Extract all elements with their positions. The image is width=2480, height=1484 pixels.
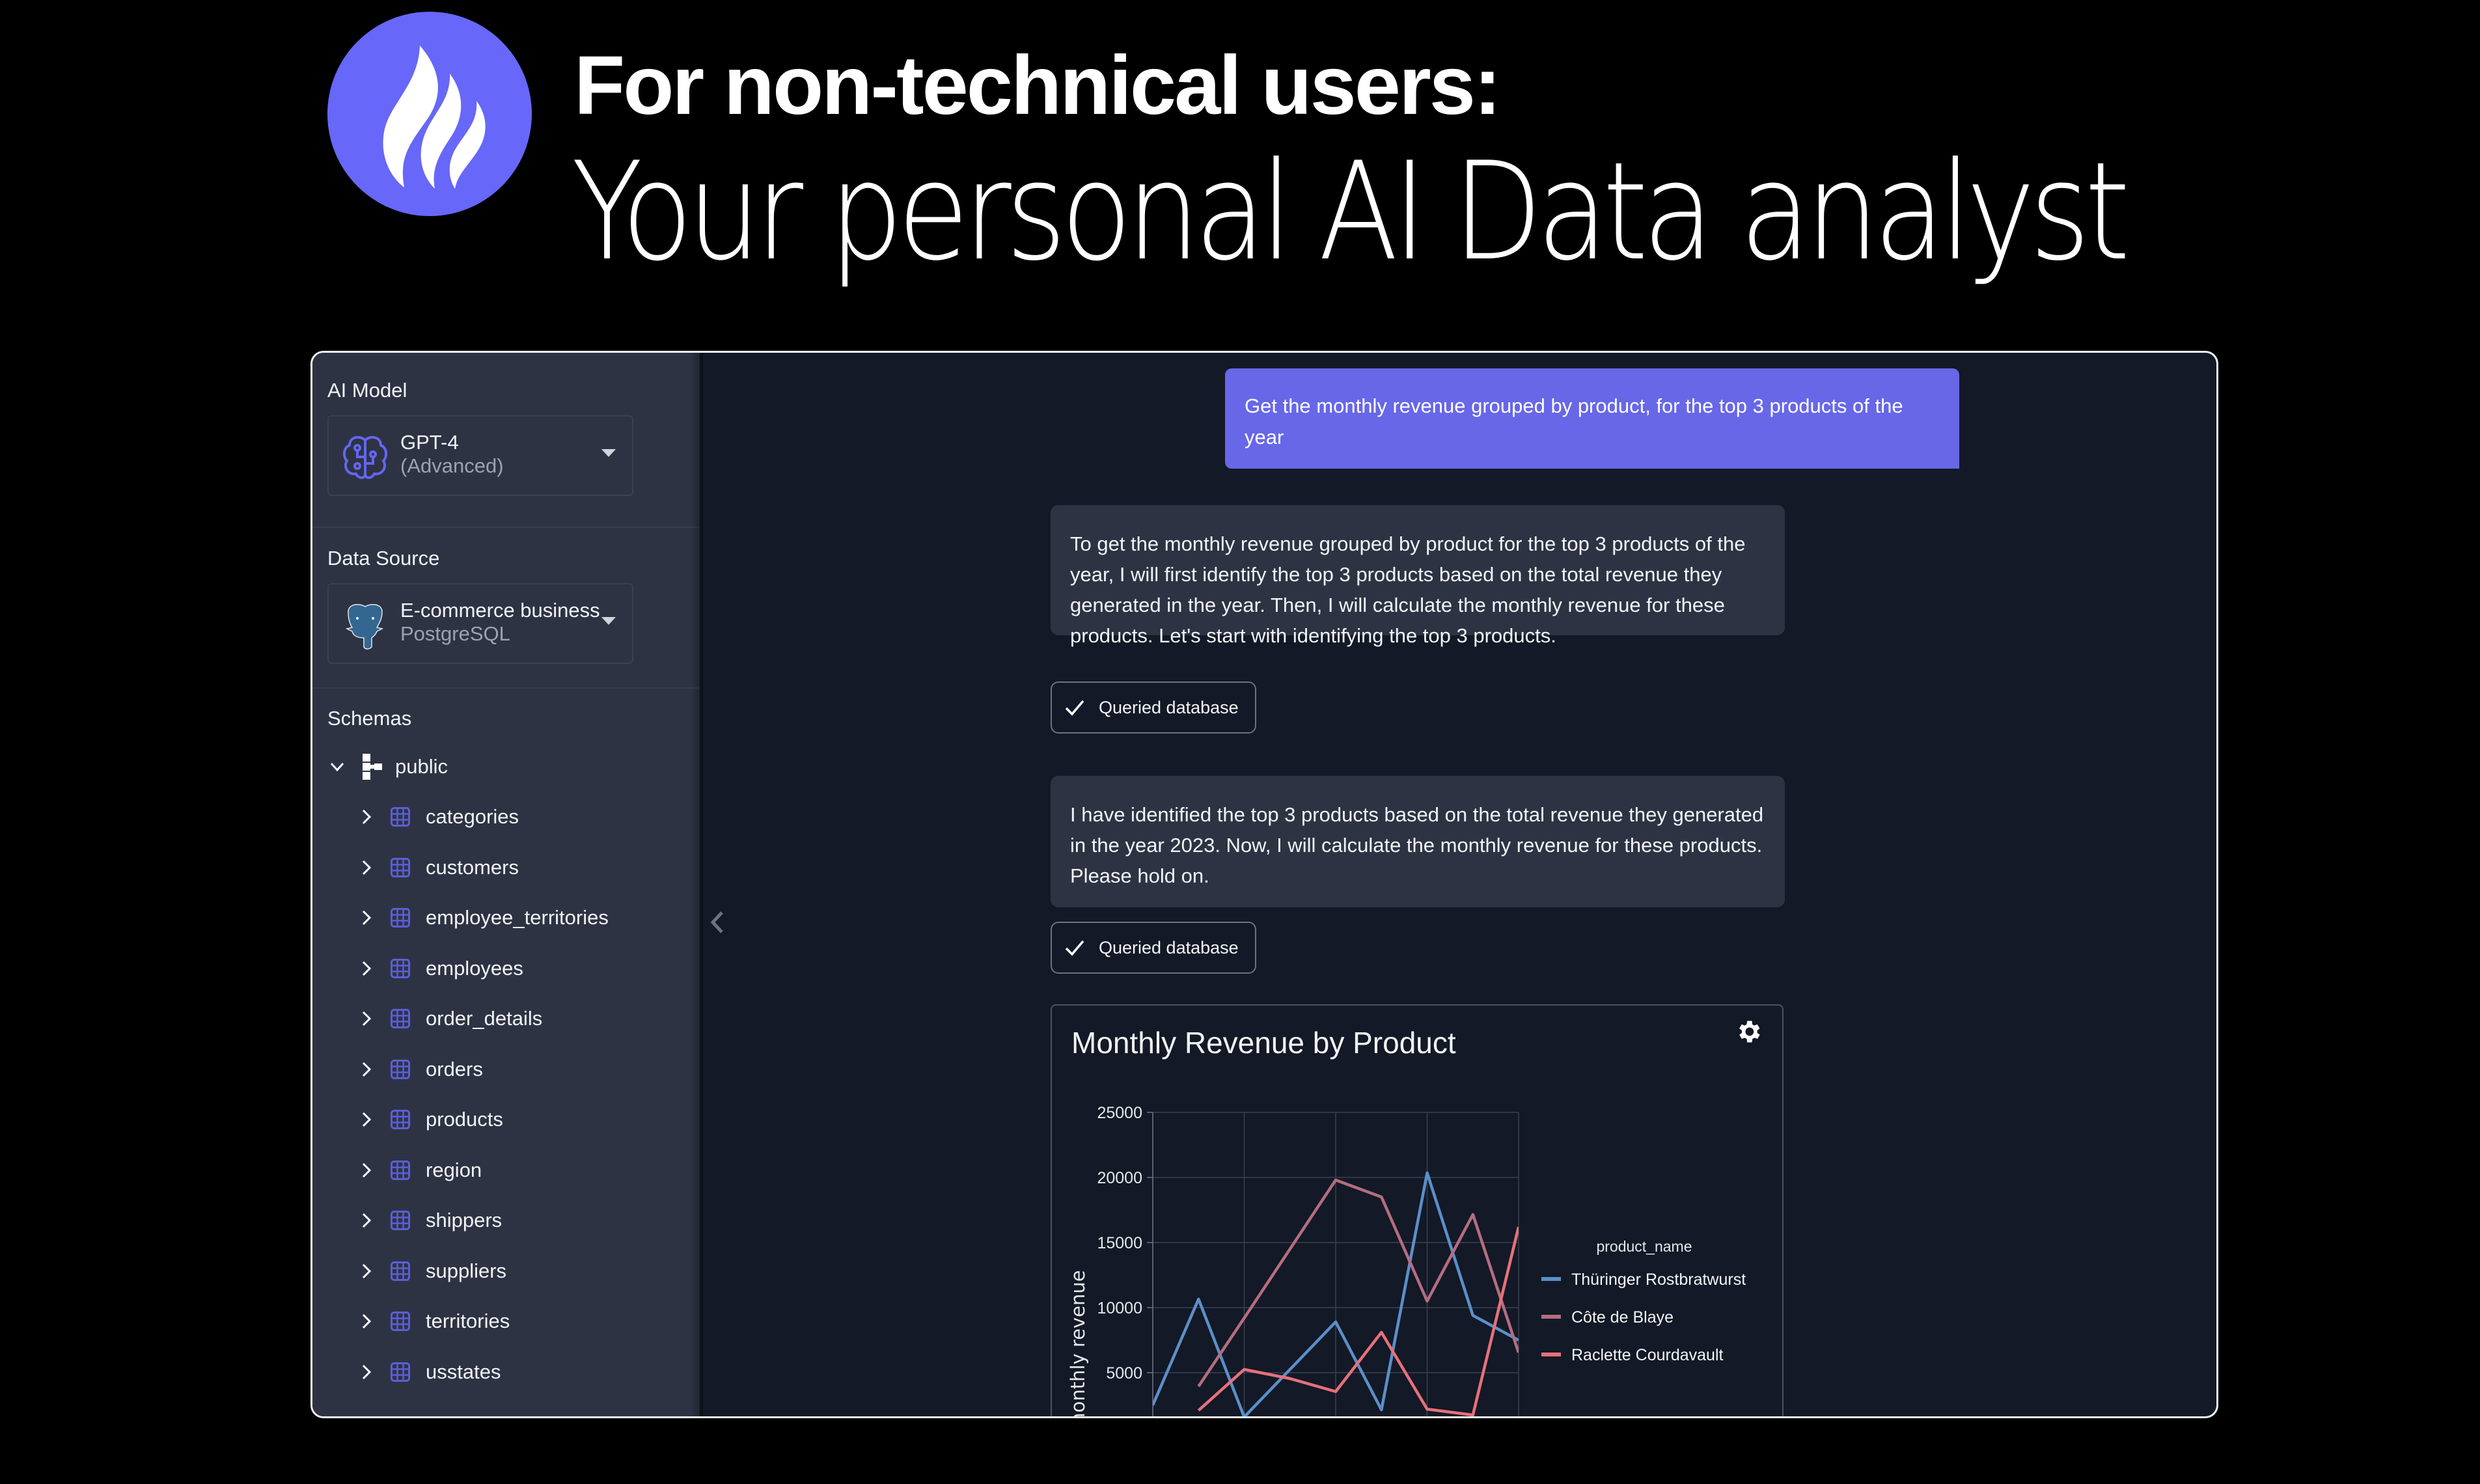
table-name: shippers [426,1209,503,1231]
table-name: suppliers [426,1259,507,1282]
table-icon [391,1362,410,1382]
table-name: orders [426,1057,483,1080]
ai-model-label: AI Model [327,379,407,402]
schema-name: public [395,755,448,778]
collapse-sidebar-chevron-icon[interactable] [706,906,730,939]
chevron-right-icon [362,1364,372,1379]
check-icon [1065,700,1084,716]
chevron-right-icon [362,1263,372,1278]
data-source-name: E-commerce business [400,599,600,622]
ai-model-select[interactable]: GPT-4 (Advanced) [327,415,633,496]
app-window: AI Model GPT-4 (Advanced) Data Source E-… [310,351,2218,1418]
assistant-message: To get the monthly revenue grouped by pr… [1051,505,1785,647]
table-name: customers [426,855,519,879]
table-item-usstates[interactable]: usstates [357,1353,501,1392]
table-icon [391,1160,410,1180]
table-icon [391,1312,410,1331]
table-name: territories [426,1310,510,1332]
chevron-right-icon [362,1062,372,1077]
series-line-1 [1197,1178,1519,1388]
table-icon [391,1110,410,1129]
chevron-right-icon [362,809,372,825]
table-name: employees [426,956,523,980]
legend-title: product_name [1596,1238,1692,1255]
table-item-suppliers[interactable]: suppliers [357,1252,506,1291]
table-name: categories [426,805,519,828]
ai-model-name: GPT-4 [400,431,459,454]
postgresql-elephant-icon [345,603,384,650]
check-icon [1065,940,1084,956]
table-item-customers[interactable]: customers [357,848,519,887]
caret-down-icon [601,449,616,457]
schema-item-public[interactable]: public [327,747,448,786]
chevron-right-icon [362,1162,372,1177]
table-icon [391,1059,410,1079]
table-item-categories[interactable]: categories [357,797,519,836]
y-tick-label: 10000 [1097,1299,1142,1317]
section-divider [312,687,700,689]
headline-title: Your personal AI Data analyst [572,133,2130,291]
y-tick-label: 5000 [1106,1364,1142,1382]
data-source-label: Data Source [327,547,440,570]
chart-card: Monthly Revenue by Product 5000 10000 1500… [1051,1004,1784,1418]
table-item-shippers[interactable]: shippers [357,1201,502,1240]
table-item-orders[interactable]: orders [357,1050,483,1089]
table-name: region [426,1158,482,1181]
queried-database-chip[interactable]: Queried database [1051,922,1256,974]
data-source-select[interactable]: E-commerce business PostgreSQL [327,583,633,664]
legend-item-label: Côte de Blaye [1571,1308,1674,1326]
series-line-2 [1197,1226,1519,1416]
chevron-right-icon [362,1112,372,1127]
queried-database-chip[interactable]: Queried database [1051,681,1256,734]
line-chart: 5000 10000 15000 20000 25000 monthly revenue p… [1067,1104,1746,1418]
table-name: employee_territories [426,906,609,929]
caret-down-icon [601,617,616,625]
user-message: Get the monthly revenue grouped by produ… [1225,368,1959,469]
table-item-region[interactable]: region [357,1151,482,1190]
tool-status-label: Queried database [1099,937,1239,957]
y-tick-label: 25000 [1097,1104,1142,1122]
table-icon [391,807,410,827]
chevron-right-icon [362,1213,372,1228]
table-item-territories[interactable]: territories [357,1302,510,1341]
table-name: products [426,1108,503,1131]
table-name: usstates [426,1360,501,1383]
table-item-employee_territories[interactable]: employee_territories [357,898,609,937]
table-item-employees[interactable]: employees [357,949,523,988]
sidebar-edge [690,353,703,1416]
table-icon [391,857,410,877]
tool-status-label: Queried database [1099,697,1239,717]
data-source-type: PostgreSQL [400,622,510,645]
chevron-right-icon [362,1313,372,1329]
table-item-order_details[interactable]: order_details [357,999,542,1038]
y-tick-label: 15000 [1097,1234,1142,1252]
sidebar: AI Model GPT-4 (Advanced) Data Source E-… [312,353,700,1416]
table-name: order_details [426,1007,543,1030]
chevron-right-icon [362,961,372,976]
flame-logo-icon [327,12,532,216]
chevron-right-icon [362,910,372,926]
table-icon [391,1261,410,1281]
chevron-down-icon [330,762,344,772]
table-icon [391,1211,410,1230]
table-icon [391,1009,410,1028]
table-item-products[interactable]: products [357,1100,503,1139]
y-tick-label: 20000 [1097,1169,1142,1187]
chevron-right-icon [362,1011,372,1026]
brain-circuit-icon [342,435,388,479]
legend-item-label: Raclette Courdavault [1571,1346,1724,1364]
assistant-message: I have identified the top 3 products bas… [1051,776,1785,907]
section-divider [312,527,700,528]
headline-tagline: For non-technical users: [574,39,1502,132]
legend-item-label: Thüringer Rostbratwurst [1571,1271,1746,1289]
schema-tree-icon [363,754,382,780]
table-icon [391,958,410,978]
ai-model-tier: (Advanced) [400,454,504,477]
chevron-right-icon [362,860,372,875]
schemas-label: Schemas [327,707,412,730]
y-axis-label: monthly revenue [1067,1270,1089,1418]
table-icon [391,908,410,928]
